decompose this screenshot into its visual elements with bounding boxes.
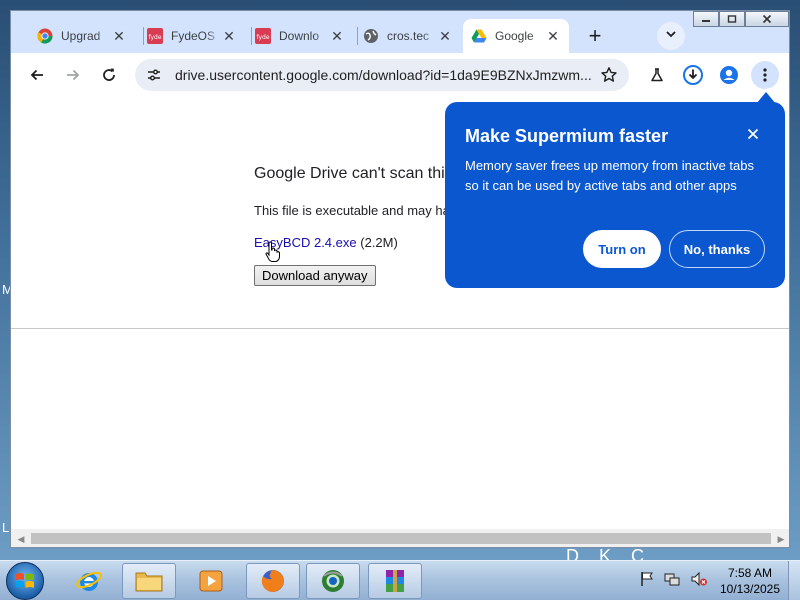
globe-icon: [363, 28, 379, 44]
explorer-taskbar-item[interactable]: [122, 563, 176, 599]
page-blank-area: [11, 329, 789, 529]
svg-text:fyde: fyde: [148, 34, 161, 41]
winrar-icon: [386, 570, 404, 592]
tab-label: Google: [495, 29, 534, 43]
download-icon: [683, 65, 703, 85]
reload-icon: [103, 68, 115, 81]
volume-muted-icon[interactable]: [690, 571, 708, 592]
tab-strip: Upgrad ✕ fyde FydeOS ✕ fyde Downlo ✕ cro…: [11, 11, 789, 53]
clock-date: 10/13/2025: [719, 582, 781, 596]
new-tab-button[interactable]: +: [581, 22, 609, 50]
tab-search-button[interactable]: [657, 22, 685, 50]
tab-cros-tech[interactable]: cros.tec ✕: [355, 19, 461, 53]
profile-button[interactable]: [715, 61, 743, 89]
memory-saver-promo: Make Supermium faster Memory saver frees…: [445, 102, 785, 288]
desktop-text-fragment: L: [2, 520, 10, 535]
kebab-menu-icon: [763, 68, 767, 82]
media-player-taskbar-item[interactable]: [184, 563, 238, 599]
chrome-icon: [37, 28, 53, 44]
maximize-button[interactable]: [719, 11, 745, 27]
taskbar-clock[interactable]: 7:58 AM 10/13/2025: [712, 565, 788, 597]
tab-label: Downlo: [279, 29, 320, 43]
site-settings-icon[interactable]: [145, 66, 163, 84]
system-tray: [640, 569, 708, 593]
internet-explorer-taskbar-item[interactable]: [62, 563, 116, 599]
tab-label: Upgrad: [61, 29, 101, 43]
back-button[interactable]: [23, 61, 51, 89]
main-menu-button[interactable]: [751, 61, 779, 89]
close-icon[interactable]: ✕: [221, 28, 237, 44]
close-icon[interactable]: ✕: [111, 28, 127, 44]
clock-time: 7:58 AM: [727, 566, 773, 580]
minimize-button[interactable]: [693, 11, 719, 27]
close-icon[interactable]: ✕: [437, 28, 453, 44]
internet-explorer-icon: [76, 571, 102, 591]
url-text[interactable]: drive.usercontent.google.com/download?id…: [175, 67, 595, 83]
hand-cursor-icon: [265, 241, 281, 268]
downloads-button[interactable]: [679, 61, 707, 89]
close-icon[interactable]: ✕: [329, 28, 345, 44]
tab-download[interactable]: fyde Downlo ✕: [247, 19, 353, 53]
folder-icon: [135, 572, 163, 592]
scroll-right-icon[interactable]: ▶: [775, 533, 787, 545]
tab-label: FydeOS: [171, 29, 216, 43]
tab-upgrade[interactable]: Upgrad ✕: [29, 19, 135, 53]
fydeos-icon: fyde: [255, 28, 271, 44]
tab-label: cros.tec: [387, 29, 430, 43]
tab-fydeos[interactable]: fyde FydeOS ✕: [139, 19, 245, 53]
fydeos-icon: fyde: [147, 28, 163, 44]
address-bar[interactable]: drive.usercontent.google.com/download?id…: [135, 59, 629, 91]
download-anyway-button[interactable]: Download anyway: [254, 265, 376, 286]
media-player-icon: [199, 570, 223, 592]
forward-button[interactable]: [59, 61, 87, 89]
labs-button[interactable]: [643, 61, 671, 89]
window-close-button[interactable]: [745, 11, 789, 27]
network-icon[interactable]: [664, 571, 680, 592]
arrow-left-icon: [30, 69, 43, 81]
svg-text:fyde: fyde: [256, 34, 269, 41]
windows-logo-icon: [16, 573, 34, 588]
close-icon[interactable]: [743, 124, 763, 144]
firefox-taskbar-item[interactable]: [246, 563, 300, 599]
taskbar: 7:58 AM 10/13/2025: [0, 560, 800, 600]
close-icon[interactable]: ✕: [545, 28, 561, 44]
supermium-icon: [322, 570, 344, 592]
bookmark-star-icon[interactable]: [599, 65, 619, 85]
scrollbar-thumb[interactable]: [31, 533, 771, 544]
winrar-taskbar-item[interactable]: [368, 563, 422, 599]
firefox-icon: [261, 570, 284, 592]
no-thanks-button[interactable]: No, thanks: [669, 230, 765, 268]
tab-google-drive[interactable]: Google ✕: [463, 19, 569, 53]
show-desktop-button[interactable]: [788, 561, 800, 600]
google-drive-icon: [471, 28, 487, 44]
scroll-left-icon[interactable]: ◀: [15, 533, 27, 545]
turn-on-button[interactable]: Turn on: [583, 230, 661, 268]
promo-title: Make Supermium faster: [465, 126, 669, 146]
flask-icon: [651, 68, 663, 82]
browser-toolbar: drive.usercontent.google.com/download?id…: [11, 53, 789, 97]
arrow-right-icon: [67, 69, 80, 81]
supermium-taskbar-item[interactable]: [306, 563, 360, 599]
reload-button[interactable]: [95, 61, 123, 89]
horizontal-scrollbar[interactable]: ◀ ▶: [11, 529, 789, 547]
start-button[interactable]: [6, 562, 44, 600]
chevron-down-icon: [665, 27, 677, 45]
profile-icon: [720, 66, 738, 84]
promo-body: Memory saver frees up memory from inacti…: [465, 158, 754, 193]
file-size: (2.2M): [360, 235, 398, 250]
action-center-flag-icon[interactable]: [640, 571, 654, 592]
